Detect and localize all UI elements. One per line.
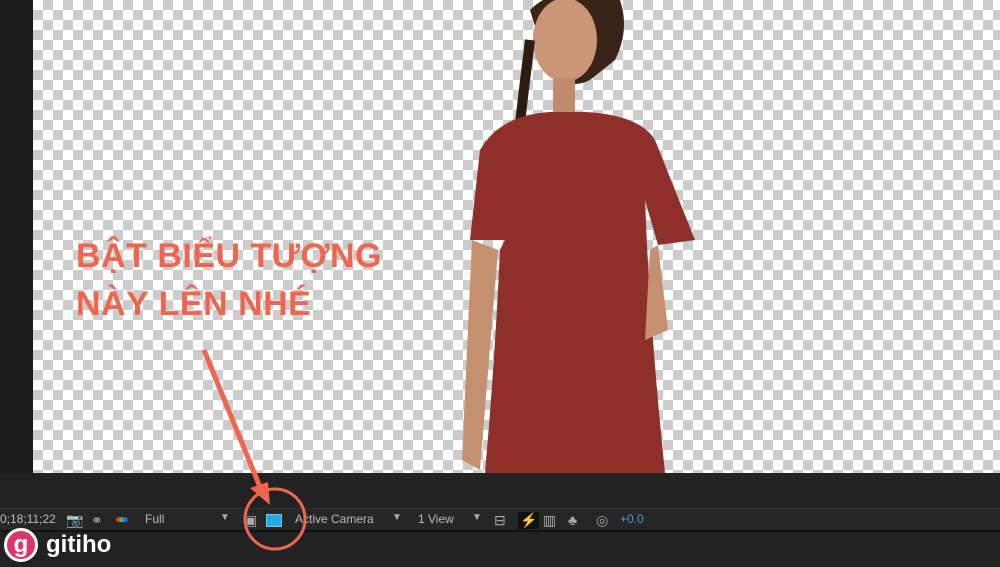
highlight-circle	[243, 487, 307, 551]
brand-name: gitiho	[46, 531, 112, 558]
arrow-line	[201, 349, 265, 493]
annotation-arrow	[201, 349, 307, 551]
gitiho-logo-icon: g	[4, 528, 38, 562]
gitiho-watermark: g gitiho	[4, 528, 111, 562]
